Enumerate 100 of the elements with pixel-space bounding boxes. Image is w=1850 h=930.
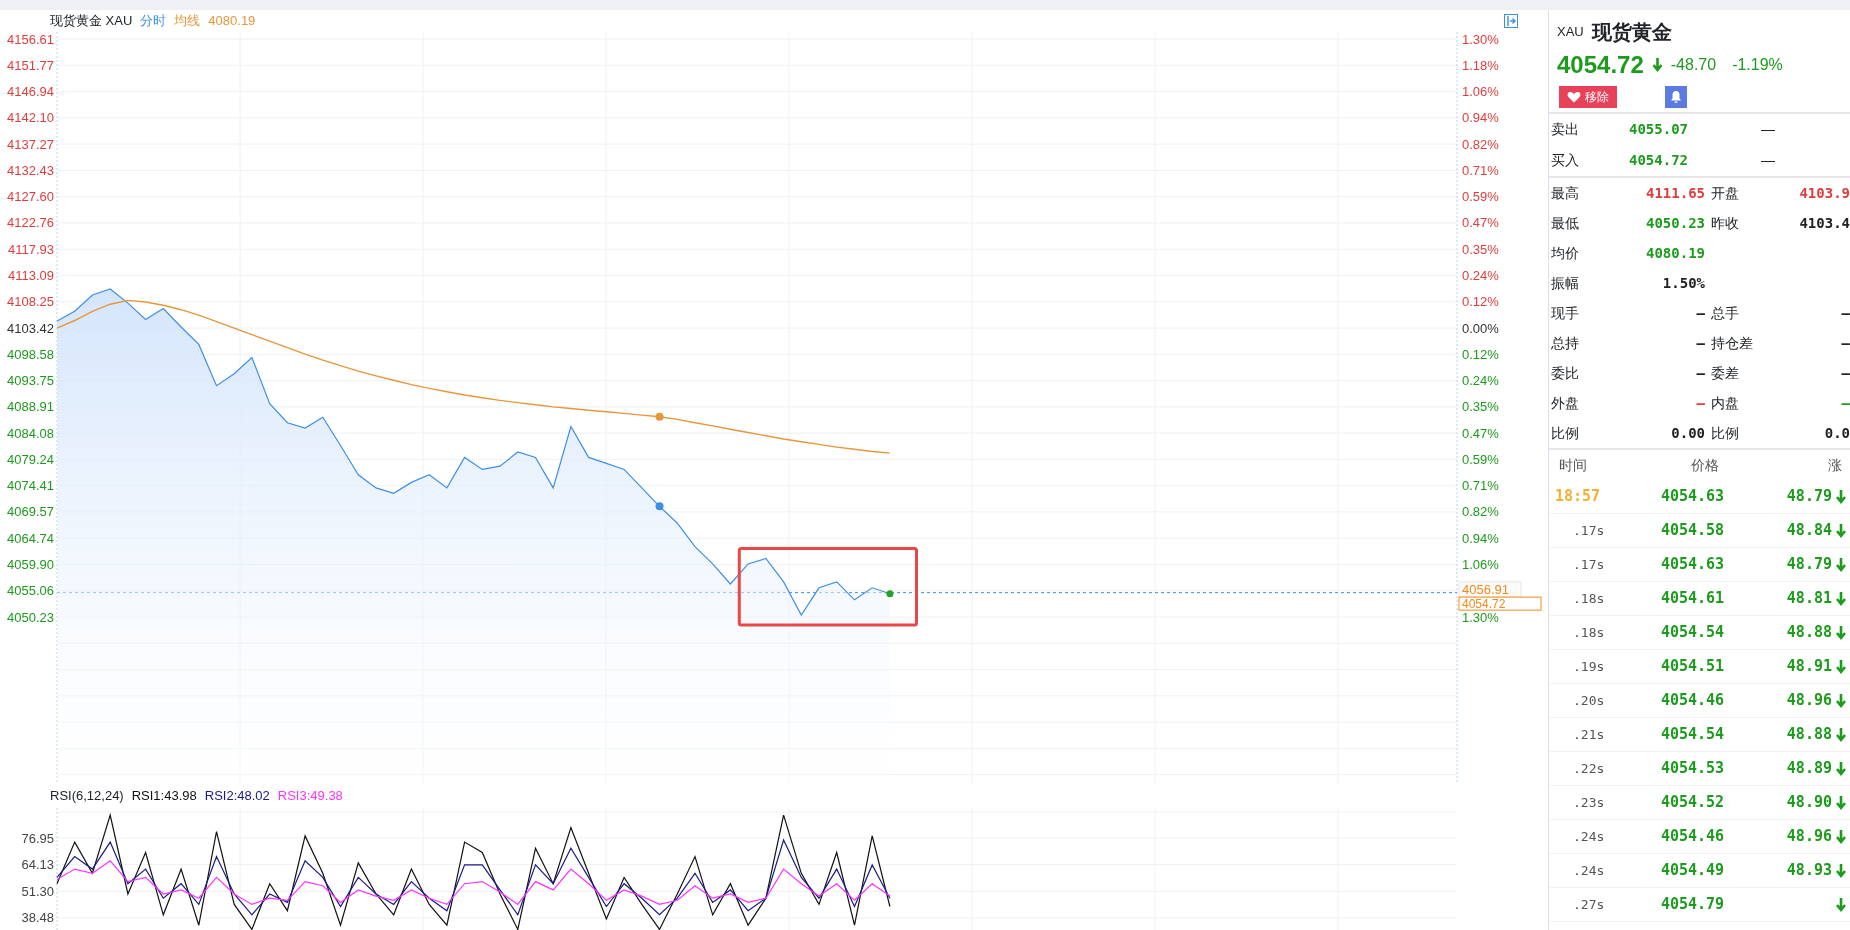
trade-time: .18s (1572, 623, 1606, 642)
axis-label: 51.30 (21, 883, 54, 899)
field-label: 外盘 (1551, 393, 1580, 413)
field-label: 总手 (1711, 303, 1740, 323)
field-label: 委差 (1711, 363, 1740, 383)
field-label: 总持 (1551, 333, 1580, 353)
trade-price: 4054.54 (1659, 724, 1726, 746)
symbol-name: 现货黄金 (1591, 19, 1672, 46)
field-label: 开盘 (1711, 183, 1740, 203)
axis-label: 0.24% (1462, 267, 1499, 283)
axis-label: 0.47% (1462, 425, 1499, 441)
axis-label: 4074.41 (7, 478, 54, 494)
trade-change: 48.89 (1786, 758, 1832, 780)
trade-price: 4054.49 (1659, 860, 1726, 882)
field-value: — (1840, 363, 1850, 383)
trade-change: 48.91 (1786, 656, 1832, 678)
trade-price: 4054.63 (1659, 554, 1726, 576)
field-value: 4055.07 (1629, 120, 1689, 139)
trade-price: 4054.79 (1659, 894, 1726, 916)
field-value: 4103.4 (1798, 213, 1850, 233)
axis-label: 0.94% (1462, 530, 1499, 546)
trade-price: 4054.63 (1659, 486, 1726, 508)
trade-time: .20s (1572, 691, 1606, 710)
field-label: 最高 (1551, 183, 1580, 203)
axis-label: 4122.76 (7, 215, 54, 231)
axis-label: 4069.57 (7, 504, 54, 520)
axis-label: 0.00% (1462, 320, 1499, 336)
trade-price: 4054.51 (1659, 656, 1726, 678)
field-value: — (1695, 333, 1705, 353)
trade-price: 4054.61 (1659, 588, 1726, 610)
legend-value: 4080.19 (208, 12, 256, 31)
axis-label: 0.12% (1462, 346, 1499, 362)
axis-label: 4132.43 (7, 162, 54, 178)
price-tag: 4056.91 (1458, 581, 1522, 598)
axis-label: 4142.10 (7, 110, 54, 126)
trade-time: .21s (1572, 725, 1606, 744)
field-value: 0.00 (1670, 423, 1705, 443)
axis-label: 4151.77 (7, 57, 54, 73)
trade-change: 48.79 (1786, 486, 1832, 508)
field-label: 持仓差 (1711, 333, 1754, 353)
field-label: 委比 (1551, 363, 1580, 383)
axis-label: 4088.91 (7, 399, 54, 415)
axis-label: 4103.42 (7, 320, 54, 336)
field-label: 内盘 (1711, 393, 1740, 413)
field-value: 1.50% (1661, 273, 1705, 293)
axis-label: 4113.09 (7, 268, 54, 283)
trade-time: .17s (1572, 555, 1606, 574)
last-price: 4054.72 (1557, 50, 1644, 80)
price-change: -48.70 (1670, 55, 1717, 75)
field-label: 卖出 (1551, 120, 1580, 139)
trade-time: .23s (1572, 793, 1606, 812)
axis-label: 0.47% (1462, 215, 1499, 231)
axis-label: 4093.75 (7, 373, 54, 389)
trade-time: .27s (1572, 895, 1606, 914)
axis-label: 0.82% (1462, 136, 1499, 152)
axis-label: 0.71% (1462, 478, 1499, 494)
axis-label: 4127.60 (7, 189, 54, 205)
field-value: — (1760, 151, 1776, 170)
trade-change: 48.84 (1786, 520, 1832, 542)
legend-value: RSI2:48.02 (204, 787, 270, 806)
ref-line-label: 4054.72 (1462, 596, 1506, 611)
axis-label: 4098.58 (7, 346, 54, 362)
field-value: 0.0 (1823, 423, 1850, 443)
axis-label: 76.95 (21, 830, 54, 846)
percent-change: -1.19% (1732, 55, 1783, 75)
axis-label: 0.94% (1462, 110, 1499, 126)
axis-label: 64.13 (21, 857, 54, 873)
axis-label: 1.30% (1462, 609, 1499, 625)
axis-label: 4059.90 (7, 557, 54, 572)
axis-label: 4050.23 (7, 609, 54, 625)
current-price-tag: 4054.72 (1458, 596, 1542, 611)
axis-label: 4084.08 (7, 425, 54, 441)
axis-label: 1.06% (1462, 84, 1499, 100)
trade-change: 48.79 (1786, 554, 1832, 576)
field-value: — (1695, 363, 1705, 383)
axis-label: 0.82% (1462, 504, 1499, 520)
trade-time: .19s (1572, 657, 1606, 676)
axis-label: 0.59% (1462, 189, 1499, 205)
legend-value: RSI1:43.98 (131, 787, 197, 806)
trade-price: 4054.58 (1659, 520, 1726, 542)
axis-label: 4137.27 (7, 136, 54, 152)
axis-label: 4156.61 (7, 32, 54, 47)
field-label: 昨收 (1711, 213, 1740, 233)
trade-time: .17s (1572, 521, 1606, 540)
trade-time: .18s (1572, 589, 1606, 608)
column-header: 时间 (1559, 455, 1588, 475)
axis-label: 4146.94 (7, 84, 54, 100)
trade-change: 48.90 (1786, 792, 1832, 814)
trade-change: 48.96 (1786, 826, 1832, 848)
field-value: 4050.23 (1645, 213, 1705, 233)
trade-time: 18:57 (1555, 486, 1602, 508)
legend-value: RSI3:49.38 (277, 787, 343, 806)
trade-change: 48.81 (1786, 588, 1832, 610)
axis-label: 0.35% (1462, 241, 1499, 257)
axis-label: 4055.06 (7, 583, 54, 599)
trade-time: .24s (1572, 861, 1606, 880)
field-value: 4054.72 (1629, 151, 1689, 170)
field-value: — (1695, 393, 1705, 413)
trade-change: 48.93 (1786, 860, 1832, 882)
field-value: — (1840, 393, 1850, 413)
